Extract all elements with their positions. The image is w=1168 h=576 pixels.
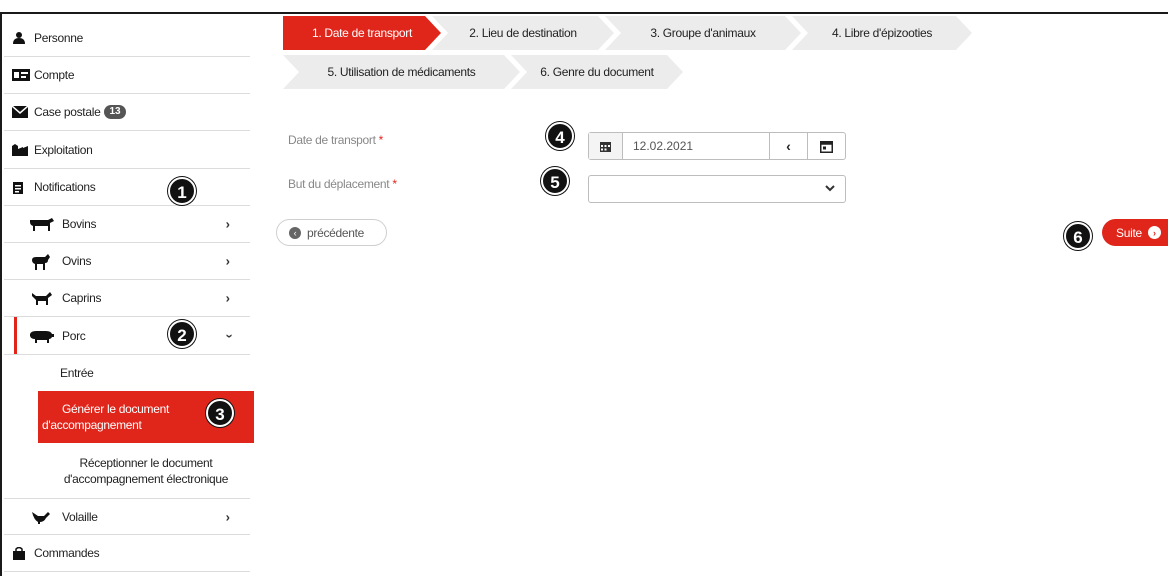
sidebar-item-exploitation[interactable]: Exploitation [4, 131, 250, 169]
callout-marker: 6 [1064, 222, 1092, 250]
label-text: But du déplacement [288, 177, 390, 191]
chevron-down-icon: › [222, 333, 238, 338]
sidebar-item-porc[interactable]: Porc › [4, 317, 250, 355]
but-deplacement-select[interactable] [588, 175, 846, 203]
step-genre-document[interactable]: 6. Genre du document [511, 55, 683, 89]
person-icon [12, 32, 28, 44]
sidebar-subitem-label: Entrée [60, 366, 94, 380]
callout-marker: 1 [168, 177, 196, 205]
sidebar-subitem-receptionner-document[interactable]: Réceptionner le document d'accompagnemen… [4, 449, 250, 499]
sidebar-item-case-postale[interactable]: Case postale 13 [4, 94, 250, 131]
date-picker-button[interactable] [807, 133, 845, 159]
farm-icon [12, 143, 28, 156]
chevron-left-icon: ‹ [786, 138, 791, 154]
sidebar-item-label: Ovins [62, 254, 92, 268]
previous-date-button[interactable]: ‹ [769, 133, 807, 159]
next-button[interactable]: Suite › [1102, 219, 1168, 246]
step-lieu-destination[interactable]: 2. Lieu de destination [432, 16, 614, 50]
date-input[interactable]: 12.02.2021 [623, 133, 769, 159]
chevron-right-icon: › [225, 290, 230, 306]
chevron-right-icon: › [225, 253, 230, 269]
sidebar-subitem-label: Réceptionner le document d'accompagnemen… [48, 455, 244, 487]
chevron-right-icon: › [225, 216, 230, 232]
date-transport-field: 12.02.2021 ‹ [588, 132, 846, 160]
callout-marker: 3 [206, 399, 234, 427]
step-libre-epizooties[interactable]: 4. Libre d'épizooties [792, 16, 972, 50]
step-label: 3. Groupe d'animaux [650, 26, 756, 40]
cow-icon [28, 217, 54, 231]
previous-button-label: précédente [307, 225, 365, 240]
step-label: 1. Date de transport [311, 26, 413, 40]
sidebar-item-ovins[interactable]: Ovins › [4, 243, 250, 280]
goat-icon [28, 291, 54, 305]
sheep-icon [28, 254, 54, 270]
sidebar-item-label: Exploitation [34, 142, 93, 157]
next-button-label: Suite [1116, 225, 1142, 240]
step-date-transport[interactable]: 1. Date de transport [283, 16, 441, 50]
callout-marker: 2 [168, 320, 196, 348]
clipboard-icon [12, 181, 28, 194]
sidebar-item-volaille[interactable]: Volaille › [4, 498, 250, 535]
step-label: 2. Lieu de destination [469, 26, 577, 40]
step-label: 6. Genre du document [540, 65, 654, 79]
chevron-right-icon: › [225, 509, 230, 524]
sidebar-subitem-entree[interactable]: Entrée [4, 355, 250, 391]
chevron-down-icon [825, 183, 835, 195]
label-line1: Réceptionner le document [79, 456, 213, 470]
step-label: 5. Utilisation de médicaments [327, 65, 476, 79]
sidebar-item-label: Caprins [62, 291, 102, 305]
date-transport-label: Date de transport * [288, 133, 383, 147]
sidebar-item-label: Compte [34, 68, 75, 82]
callout-marker: 4 [546, 122, 574, 150]
id-card-icon [12, 69, 30, 81]
envelope-icon [11, 105, 29, 118]
required-mark: * [378, 133, 384, 147]
required-mark: * [392, 177, 397, 191]
arrow-right-circle-icon: › [1147, 226, 1161, 239]
label-line2: d'accompagnement électronique [63, 472, 229, 486]
previous-button[interactable]: ‹ précédente [276, 219, 387, 246]
step-label: 4. Libre d'épizooties [831, 26, 933, 40]
chicken-icon [28, 510, 54, 524]
sidebar-item-personne[interactable]: Personne [4, 20, 250, 57]
sidebar-item-caprins[interactable]: Caprins › [4, 280, 250, 317]
step-utilisation-medicaments[interactable]: 5. Utilisation de médicaments [283, 55, 520, 89]
sidebar-item-notifications[interactable]: Notifications [4, 169, 250, 206]
arrow-left-circle-icon: ‹ [289, 226, 301, 239]
sidebar-item-compte[interactable]: Compte [4, 57, 250, 94]
window-left-border [0, 12, 2, 576]
sidebar-item-label: Notifications [34, 180, 96, 194]
sidebar-item-commandes[interactable]: Commandes [4, 535, 250, 572]
unread-count-badge: 13 [104, 105, 126, 119]
label-text: Date de transport [288, 133, 376, 147]
but-deplacement-label: But du déplacement * [288, 177, 397, 191]
calendar-grid-icon [589, 133, 623, 159]
calendar-icon [820, 140, 833, 153]
active-indicator [14, 317, 17, 354]
sidebar-item-label: Bovins [62, 217, 97, 231]
sidebar-item-label: Porc [62, 328, 86, 343]
sidebar-nav: Personne Compte Case postale 13 Exploita… [4, 20, 254, 576]
sidebar-item-label: Volaille [62, 509, 98, 524]
sidebar-item-label: Case postale [34, 105, 101, 119]
pig-icon [28, 329, 54, 343]
callout-marker: 5 [541, 167, 569, 195]
window-top-border [0, 12, 1168, 14]
sidebar-item-label: Commandes [34, 546, 100, 560]
sidebar-item-label: Personne [34, 31, 83, 45]
bag-icon [12, 546, 28, 560]
sidebar-item-bovins[interactable]: Bovins › [4, 206, 250, 243]
step-groupe-animaux[interactable]: 3. Groupe d'animaux [605, 16, 801, 50]
